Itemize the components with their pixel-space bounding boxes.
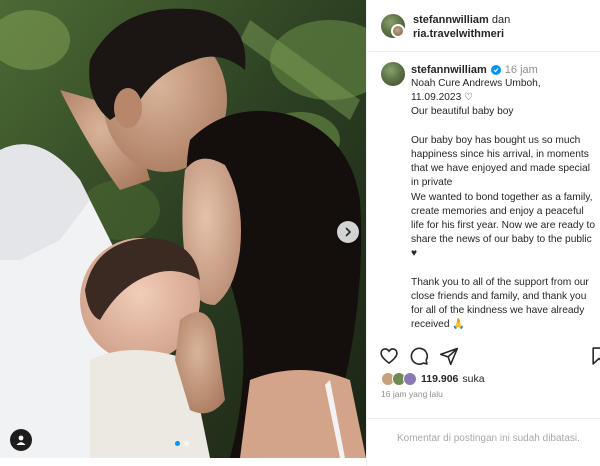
caption-time: 16 jam (504, 64, 538, 76)
caption-avatar[interactable] (381, 62, 405, 86)
collaborator-username[interactable]: ria.travelwithmeri (413, 27, 510, 41)
comment-button[interactable] (409, 346, 429, 366)
carousel-dot (184, 441, 189, 446)
avatar (403, 372, 417, 386)
carousel-indicator (175, 441, 189, 446)
caption-username[interactable]: stefannwilliam (411, 63, 487, 77)
post-time-ago: 16 jam yang lalu (381, 389, 443, 399)
author-connector: dan (491, 14, 511, 26)
caption-header: stefannwilliam 16 jam (411, 63, 538, 77)
share-button[interactable] (439, 346, 459, 366)
verified-badge-icon (490, 65, 501, 75)
post-photo[interactable] (0, 0, 366, 458)
liker-avatars (381, 372, 417, 386)
post-details-panel: stefannwilliam dan ria.travelwithmeri st… (366, 0, 600, 466)
chevron-right-icon (345, 227, 351, 237)
carousel-dot-active (175, 441, 180, 446)
save-button[interactable] (589, 346, 600, 366)
caption-text: Noah Cure Andrews Umboh, 11.09.2023 ♡ Ou… (411, 78, 596, 331)
post-header: stefannwilliam dan ria.travelwithmeri (367, 0, 600, 52)
action-bar (367, 340, 600, 370)
comment-icon (410, 347, 429, 365)
user-tag-icon (16, 435, 26, 445)
likes-count: 119.906 (421, 373, 459, 385)
share-icon (439, 347, 459, 366)
collaborator-avatar[interactable] (391, 24, 405, 38)
bookmark-icon (592, 347, 600, 365)
comments-disabled-notice: Komentar di postingan ini sudah dibatasi… (367, 418, 600, 458)
likes-row[interactable]: 119.906 suka (381, 372, 485, 386)
caption: stefannwilliam 16 jam Noah Cure Andrews … (367, 52, 600, 332)
author-username[interactable]: stefannwilliam (413, 14, 489, 26)
tagged-users-button[interactable] (10, 429, 32, 451)
likes-suffix: suka (462, 373, 485, 385)
carousel-next-button[interactable] (337, 221, 359, 243)
post-authors: stefannwilliam dan ria.travelwithmeri (413, 13, 510, 41)
like-button[interactable] (379, 346, 399, 366)
photo-illustration (0, 0, 366, 458)
heart-icon (380, 348, 398, 365)
